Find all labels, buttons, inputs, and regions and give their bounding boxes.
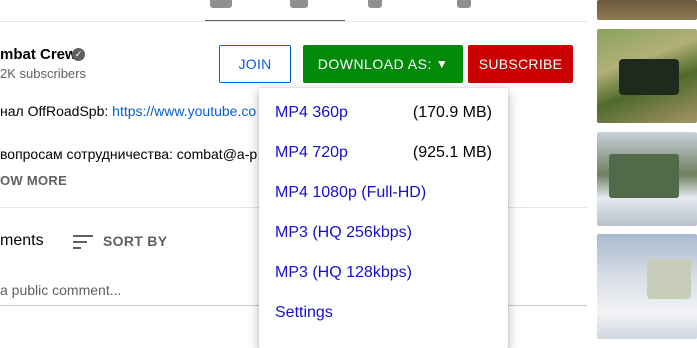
menu-item-mp3-128[interactable]: MP3 (HQ 128kbps) [275,253,492,293]
like-icon[interactable] [210,0,232,8]
menu-item-label: MP3 (HQ 256kbps) [275,224,412,241]
menu-item-label: MP4 720p [275,144,348,161]
dislike-icon[interactable] [290,0,308,8]
download-label: DOWNLOAD AS: [317,56,432,72]
top-divider [0,21,587,22]
join-label: JOIN [238,56,272,72]
menu-item-mp4-360p[interactable]: MP4 360p (170.9 MB) [275,93,492,133]
video-thumbnail[interactable] [597,29,697,123]
video-thumbnail[interactable] [597,234,697,339]
menu-item-mp4-1080p[interactable]: MP4 1080p (Full-HD) [275,173,492,213]
download-menu: MP4 360p (170.9 MB) MP4 720p (925.1 MB) … [259,88,508,348]
description-line-1: нал OffRoadSpb: https://www.youtube.co [0,103,256,119]
save-icon[interactable] [457,0,471,8]
menu-item-mp4-720p[interactable]: MP4 720p (925.1 MB) [275,133,492,173]
comments-title: ments [0,232,44,249]
channel-name[interactable]: mbat Crew [0,46,77,63]
comment-input[interactable]: a public comment... [0,282,121,298]
subscribe-label: SUBSCRIBE [478,56,563,72]
sort-by-button[interactable]: SORT BY [103,233,167,249]
verified-badge-icon: ✓ [72,48,85,61]
subscribe-button[interactable]: SUBSCRIBE [468,45,573,83]
share-icon[interactable] [368,0,382,8]
description-line-2: вопросам сотрудничества: combat@a-p [0,146,258,162]
menu-item-size: (925.1 MB) [412,144,492,161]
sort-icon[interactable] [73,233,93,249]
menu-item-label: Settings [275,304,333,321]
join-button[interactable]: JOIN [219,45,291,83]
video-thumbnail[interactable] [597,132,697,226]
download-as-button[interactable]: DOWNLOAD AS: ▼ [303,45,463,83]
subscriber-count: 2K subscribers [0,66,86,81]
menu-item-mp3-256[interactable]: MP3 (HQ 256kbps) [275,213,492,253]
description-text: нал OffRoadSpb: [0,103,113,119]
menu-item-label: MP3 (HQ 128kbps) [275,264,412,281]
description-link[interactable]: https://www.youtube.co [112,103,256,119]
menu-item-size: (170.9 MB) [412,104,492,121]
show-more-button[interactable]: OW MORE [0,173,67,188]
video-thumbnail[interactable] [597,0,697,20]
menu-item-label: MP4 1080p (Full-HD) [275,184,427,201]
dropdown-arrow-icon: ▼ [435,57,449,71]
menu-item-label: MP4 360p [275,104,348,121]
menu-item-settings[interactable]: Settings [275,293,492,333]
